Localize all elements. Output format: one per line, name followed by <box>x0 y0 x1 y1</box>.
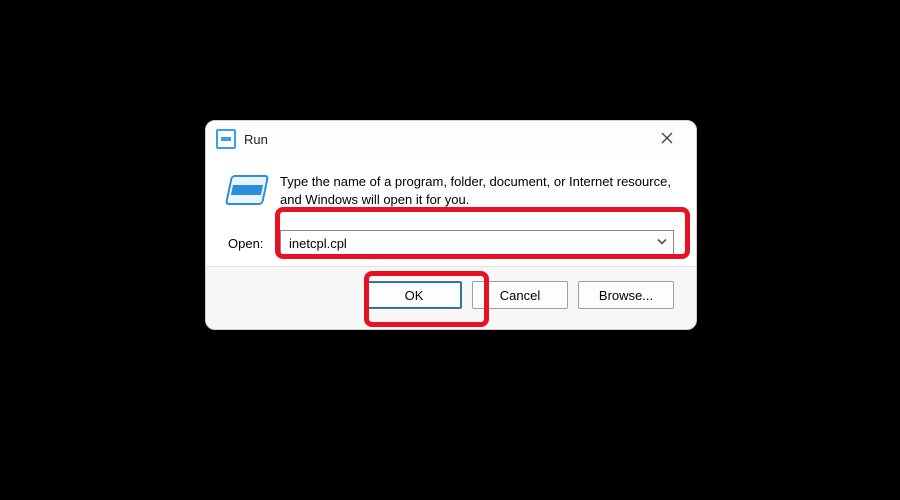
close-icon <box>661 132 673 147</box>
open-combobox[interactable] <box>280 230 674 256</box>
run-program-icon <box>228 175 266 205</box>
button-bar: OK Cancel Browse... <box>206 266 696 329</box>
dialog-title: Run <box>244 132 268 147</box>
open-input[interactable] <box>280 230 674 256</box>
browse-button[interactable]: Browse... <box>578 281 674 309</box>
open-label: Open: <box>228 236 280 251</box>
run-icon <box>216 129 236 149</box>
run-dialog: Run Type the name of a program, folder, … <box>205 120 697 330</box>
cancel-button[interactable]: Cancel <box>472 281 568 309</box>
ok-button[interactable]: OK <box>366 281 462 309</box>
close-button[interactable] <box>648 125 686 153</box>
dialog-body: Type the name of a program, folder, docu… <box>206 157 696 266</box>
dialog-description: Type the name of a program, folder, docu… <box>280 173 674 208</box>
titlebar: Run <box>206 121 696 157</box>
